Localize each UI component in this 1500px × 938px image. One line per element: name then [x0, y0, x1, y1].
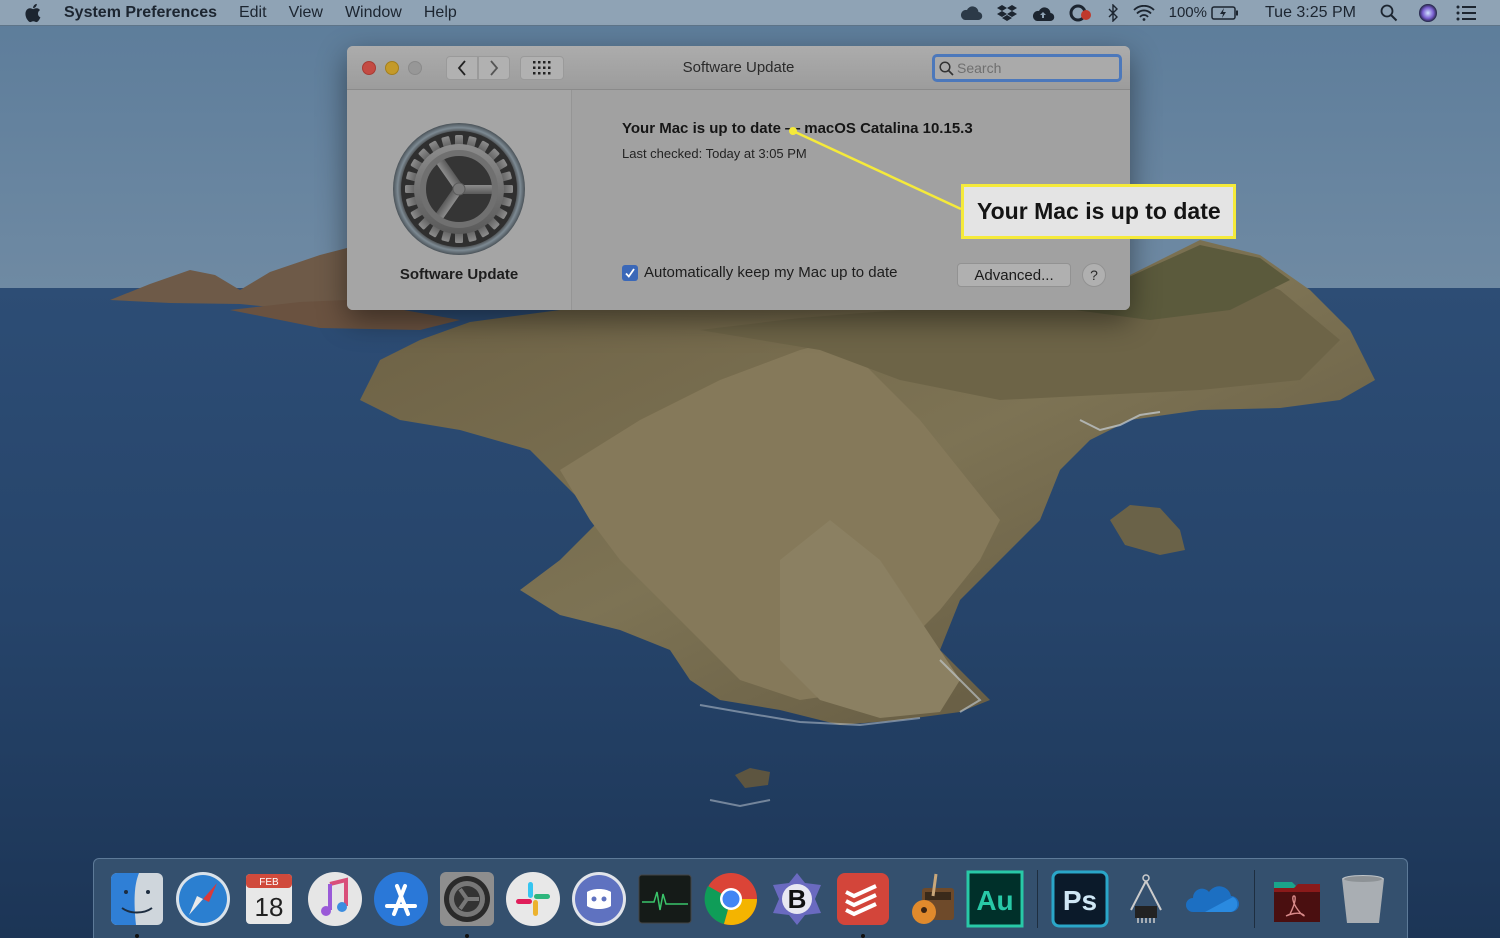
last-checked-text: Last checked: Today at 3:05 PM	[622, 146, 807, 161]
bbedit-letter: B	[788, 884, 807, 914]
menu-window[interactable]: Window	[345, 4, 402, 22]
dock: FEB 18 B Au Ps	[93, 858, 1408, 938]
battery-percent: 100%	[1168, 4, 1207, 21]
slack-icon	[506, 871, 560, 926]
update-status-title: Your Mac is up to date — macOS Catalina …	[622, 120, 973, 137]
calendar-icon: FEB 18	[246, 873, 292, 924]
window-titlebar[interactable]: Software Update	[347, 46, 1130, 90]
show-all-button[interactable]	[520, 55, 564, 80]
dock-pdf-folder[interactable]	[1268, 870, 1326, 928]
dock-calendar[interactable]: FEB 18	[240, 870, 298, 928]
checkmark-icon	[625, 267, 635, 278]
dock-activity-monitor[interactable]	[636, 870, 694, 928]
music-icon	[308, 871, 362, 926]
icloud-icon[interactable]	[959, 2, 983, 24]
calendar-day: 18	[255, 892, 284, 922]
dock-slack[interactable]	[504, 870, 562, 928]
dock-trash[interactable]	[1334, 870, 1392, 928]
dock-todoist[interactable]	[834, 870, 892, 938]
minimize-button[interactable]	[385, 60, 399, 75]
menu-app-name[interactable]: System Preferences	[64, 4, 217, 22]
dock-system-preferences[interactable]	[438, 870, 496, 938]
calendar-month: FEB	[259, 877, 279, 888]
running-indicator	[861, 933, 865, 938]
sidebar-label: Software Update	[399, 266, 519, 283]
search-icon	[939, 60, 954, 76]
bluetooth-icon[interactable]	[1107, 2, 1119, 24]
annotation-callout: Your Mac is up to date	[961, 184, 1236, 239]
running-indicator	[135, 933, 139, 938]
safari-icon	[176, 871, 230, 926]
auto-update-label[interactable]: Automatically keep my Mac up to date	[644, 264, 897, 281]
help-button[interactable]: ?	[1082, 263, 1106, 287]
cloud-upload-icon[interactable]	[1031, 2, 1055, 24]
battery-charging-icon[interactable]	[1211, 2, 1239, 24]
dock-onedrive[interactable]	[1183, 870, 1241, 928]
traffic-lights	[362, 60, 431, 75]
menu-view[interactable]: View	[289, 4, 323, 22]
close-button[interactable]	[362, 60, 376, 75]
spotlight-search-icon[interactable]	[1380, 2, 1398, 24]
software-update-gear-icon	[393, 123, 525, 255]
dock-separator	[1037, 869, 1038, 928]
auto-update-row[interactable]: Automatically keep my Mac up to date	[622, 264, 897, 281]
audition-icon: Au	[966, 870, 1024, 927]
window-sidebar: Software Update	[347, 90, 572, 310]
wifi-icon[interactable]	[1132, 2, 1155, 24]
menu-edit[interactable]: Edit	[239, 4, 267, 22]
dock-chrome[interactable]	[702, 870, 760, 928]
dock-bbedit[interactable]: B	[768, 870, 826, 928]
dock-audition[interactable]: Au	[966, 870, 1024, 928]
trash-icon	[1342, 874, 1384, 923]
annotation-text: Your Mac is up to date	[977, 198, 1221, 224]
dock-app-store[interactable]	[372, 870, 430, 928]
onedrive-icon	[1186, 885, 1239, 912]
app-store-icon	[374, 871, 428, 926]
menu-bar: System Preferences Edit View Window Help…	[0, 0, 1500, 26]
dock-separator	[1254, 869, 1255, 928]
chevron-right-icon	[490, 59, 499, 76]
system-information-icon	[1130, 873, 1162, 923]
creative-cloud-icon[interactable]	[1069, 2, 1093, 24]
running-indicator	[465, 933, 469, 938]
chevron-left-icon	[457, 59, 466, 76]
dock-garageband[interactable]	[900, 870, 958, 928]
dock-discord[interactable]	[570, 870, 628, 928]
audition-letters: Au	[976, 885, 1013, 916]
navigation-buttons	[446, 55, 510, 80]
dock-system-information[interactable]	[1117, 870, 1175, 928]
forward-button[interactable]	[478, 55, 510, 80]
software-update-window: Software Update Search Software Update Y…	[347, 46, 1130, 310]
pdf-folder-icon	[1274, 881, 1320, 922]
back-button[interactable]	[446, 55, 478, 80]
apple-logo-icon[interactable]	[24, 3, 42, 23]
dock-photoshop[interactable]: Ps	[1051, 870, 1109, 928]
finder-icon	[111, 872, 163, 925]
menu-help[interactable]: Help	[424, 4, 457, 22]
bbedit-icon: B	[773, 872, 821, 925]
notification-center-icon[interactable]	[1456, 2, 1476, 24]
dock-finder[interactable]	[108, 870, 166, 938]
dock-safari[interactable]	[174, 870, 232, 928]
photoshop-letters: Ps	[1063, 885, 1097, 916]
todoist-icon	[837, 872, 889, 925]
zoom-button[interactable]	[408, 60, 422, 75]
grid-icon	[533, 60, 551, 74]
garageband-icon	[912, 873, 954, 924]
chrome-icon	[704, 872, 757, 925]
menu-clock[interactable]: Tue 3:25 PM	[1265, 4, 1356, 22]
siri-icon[interactable]	[1418, 2, 1438, 24]
advanced-button[interactable]: Advanced...	[957, 263, 1071, 287]
photoshop-icon: Ps	[1051, 870, 1109, 927]
search-input[interactable]	[957, 60, 1117, 76]
dropbox-icon[interactable]	[996, 2, 1017, 24]
system-preferences-icon	[440, 871, 494, 926]
discord-icon	[572, 871, 626, 926]
search-field[interactable]	[932, 54, 1122, 82]
activity-monitor-icon	[638, 874, 692, 923]
auto-update-checkbox[interactable]	[622, 264, 638, 281]
dock-music[interactable]	[306, 870, 364, 928]
